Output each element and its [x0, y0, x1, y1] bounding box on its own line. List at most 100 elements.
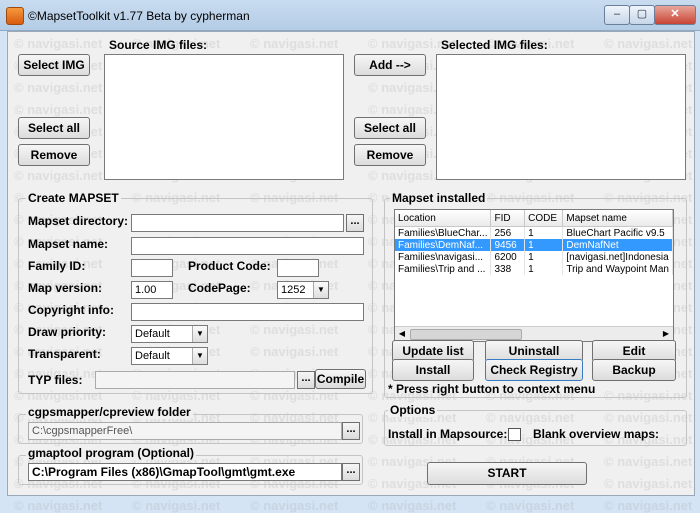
install-in-mapsource-label: Install in Mapsource: [388, 427, 508, 441]
cell-location: Families\BlueChar... [395, 226, 492, 239]
chevron-down-icon[interactable]: ▼ [192, 348, 207, 364]
start-button[interactable]: START [427, 462, 587, 485]
cell-location: Families\Trip and ... [395, 263, 492, 275]
product-code-label: Product Code: [188, 259, 271, 273]
cgps-folder-input[interactable]: C:\cgpsmapperFree\ [28, 422, 342, 440]
cell-code: 1 [524, 251, 564, 263]
options-title: Options [388, 403, 438, 417]
family-id-input[interactable] [131, 259, 173, 277]
cell-mapset-name: Trip and Waypoint Man [562, 263, 673, 275]
transparent-select[interactable]: Default ▼ [131, 347, 208, 365]
source-img-label: Source IMG files: [109, 38, 208, 52]
check-registry-button[interactable]: Check Registry [485, 359, 583, 381]
cell-mapset-name: [navigasi.net]Indonesia [562, 251, 673, 263]
codepage-label: CodePage: [188, 281, 251, 295]
product-code-input[interactable] [277, 259, 319, 277]
cell-mapset-name: BlueChart Pacific v9.5 [562, 226, 673, 239]
app-icon [6, 7, 24, 25]
watermark-text: © navigasi.net [604, 498, 693, 513]
cell-fid: 338 [490, 263, 526, 275]
selected-remove-button[interactable]: Remove [354, 144, 426, 166]
maximize-icon[interactable]: ▢ [629, 5, 655, 25]
column-header-location[interactable]: Location [395, 210, 492, 227]
backup-button[interactable]: Backup [592, 359, 676, 381]
context-menu-hint: * Press right button to context menu [388, 382, 596, 396]
source-remove-button[interactable]: Remove [18, 144, 90, 166]
typ-files-input[interactable] [95, 371, 295, 389]
column-header-fid[interactable]: FID [490, 210, 526, 227]
selected-select-all-button[interactable]: Select all [354, 117, 426, 139]
draw-priority-value: Default [135, 328, 170, 340]
watermark-text: © navigasi.net [132, 498, 221, 513]
horizontal-scrollbar[interactable]: ◀ ▶ [395, 326, 673, 341]
watermark-text: © navigasi.net [14, 168, 103, 183]
watermark-text: © navigasi.net [250, 36, 339, 51]
table-row[interactable]: Families\BlueChar... 256 1 BlueChart Pac… [395, 226, 673, 239]
transparent-value: Default [135, 350, 170, 362]
minimize-icon[interactable]: ‒ [604, 5, 630, 25]
map-version-input[interactable]: 1.00 [131, 281, 173, 299]
chevron-down-icon[interactable]: ▼ [192, 326, 207, 342]
cell-location: Families\navigasi... [395, 251, 492, 263]
watermark-text: © navigasi.net [250, 498, 339, 513]
table-header-row: Location FID CODE Mapset name [395, 210, 673, 227]
table-row-selected[interactable]: Families\DemNaf... 9456 1 DemNafNet [395, 239, 673, 251]
cell-fid: 256 [490, 226, 526, 239]
typ-files-browse-button[interactable]: ... [297, 371, 315, 389]
cell-code: 1 [524, 226, 564, 239]
gmaptool-path-input[interactable]: C:\Program Files (x86)\GmapTool\gmt\gmt.… [28, 463, 342, 481]
watermark-text: © navigasi.net [14, 80, 103, 95]
cell-fid: 9456 [490, 239, 526, 251]
mapset-installed-title: Mapset installed [390, 191, 488, 205]
scroll-right-icon[interactable]: ▶ [660, 328, 672, 339]
table-row[interactable]: Families\Trip and ... 338 1 Trip and Way… [395, 263, 673, 275]
blank-overview-label: Blank overview maps: [533, 427, 660, 441]
map-version-label: Map version: [28, 281, 103, 295]
cell-mapset-name: DemNafNet [562, 239, 673, 251]
mapset-directory-browse-button[interactable]: ... [346, 214, 364, 232]
window-title: ©MapsetToolkit v1.77 Beta by cypherman [28, 9, 250, 23]
cell-code: 1 [524, 263, 564, 275]
watermark-text: © navigasi.net [604, 476, 693, 491]
select-img-button[interactable]: Select IMG [18, 54, 90, 76]
chevron-down-icon[interactable]: ▼ [313, 282, 328, 298]
mapset-directory-input[interactable] [131, 214, 344, 232]
table-row[interactable]: Families\navigasi... 6200 1 [navigasi.ne… [395, 251, 673, 263]
mapset-installed-table[interactable]: Location FID CODE Mapset name Families\B… [394, 209, 674, 342]
main-window: © navigasi.net © navigasi.net © navigasi.n… [7, 31, 695, 513]
draw-priority-select[interactable]: Default ▼ [131, 325, 208, 343]
compile-button[interactable]: Compile [315, 369, 366, 389]
watermark-text: © navigasi.net [604, 454, 693, 469]
cell-location: Families\DemNaf... [395, 239, 492, 251]
column-header-code[interactable]: CODE [524, 210, 564, 227]
selected-img-list[interactable] [436, 54, 686, 180]
selected-img-label: Selected IMG files: [441, 38, 548, 52]
cell-fid: 6200 [490, 251, 526, 263]
copyright-input[interactable] [131, 303, 364, 321]
add-button[interactable]: Add --> [354, 54, 426, 76]
watermark-text: © navigasi.net [14, 36, 103, 51]
mapset-table: Location FID CODE Mapset name Families\B… [395, 210, 673, 275]
create-mapset-title: Create MAPSET [26, 191, 121, 205]
install-in-mapsource-checkbox[interactable] [508, 428, 521, 441]
scroll-left-icon[interactable]: ◀ [396, 328, 408, 339]
watermark-text: © navigasi.net [486, 498, 575, 513]
mapset-directory-label: Mapset directory: [28, 214, 129, 228]
source-img-list[interactable] [104, 54, 344, 180]
cgps-folder-browse-button[interactable]: ... [342, 422, 360, 440]
codepage-select[interactable]: 1252 ▼ [277, 281, 329, 299]
watermark-text: © navigasi.net [368, 498, 457, 513]
typ-files-label: TYP files: [28, 373, 83, 387]
mapset-name-input[interactable] [131, 237, 364, 255]
install-button[interactable]: Install [392, 359, 474, 381]
codepage-value: 1252 [281, 284, 306, 296]
draw-priority-label: Draw priority: [28, 325, 107, 339]
gmaptool-browse-button[interactable]: ... [342, 463, 360, 481]
source-select-all-button[interactable]: Select all [18, 117, 90, 139]
cell-code: 1 [524, 239, 564, 251]
family-id-label: Family ID: [28, 259, 86, 273]
close-icon[interactable]: ✕ [654, 5, 696, 25]
column-header-mapset-name[interactable]: Mapset name [562, 210, 673, 227]
scrollbar-thumb[interactable] [410, 329, 522, 340]
watermark-text: © navigasi.net [14, 102, 103, 117]
